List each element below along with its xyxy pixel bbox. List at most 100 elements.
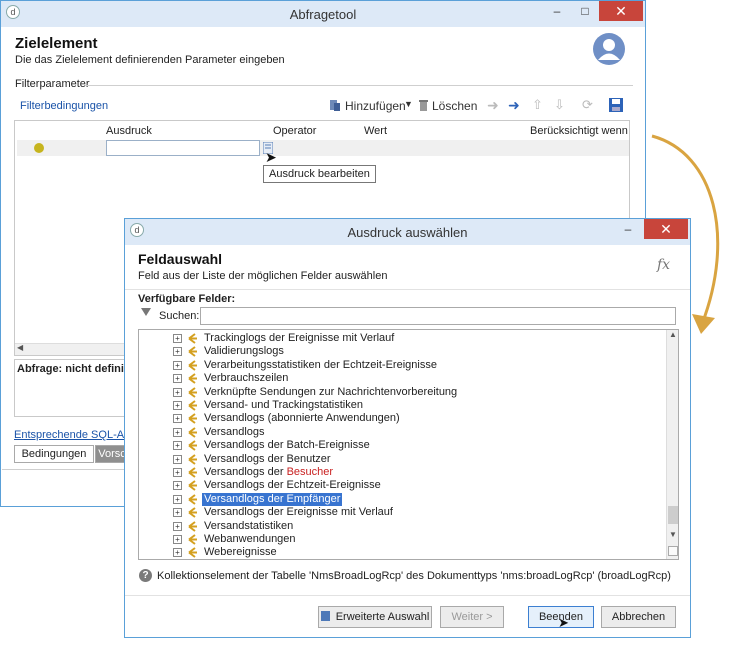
expand-icon[interactable]: +: [173, 414, 182, 424]
expand-icon[interactable]: +: [173, 441, 182, 451]
tree-item[interactable]: + Versand- und Trackingstatistiken: [139, 399, 659, 412]
expand-icon[interactable]: +: [173, 454, 182, 464]
resize-grip-icon: [668, 546, 678, 556]
link-node-icon: [188, 467, 197, 478]
arrow-left-icon[interactable]: ➜: [487, 97, 499, 114]
link-node-icon: [188, 453, 197, 465]
title-bar: d Abfragetool – □ ✕: [1, 1, 645, 27]
tree-item[interactable]: + Verarbeitungsstatistiken der Echtzeit-E…: [139, 359, 659, 372]
scroll-down-icon[interactable]: ▼: [669, 530, 677, 539]
link-node-icon: [188, 359, 197, 371]
table-row[interactable]: [17, 140, 629, 156]
filter-funnel-icon: [141, 308, 151, 316]
tree-item[interactable]: + Validierungslogs: [139, 345, 659, 358]
expand-icon[interactable]: +: [173, 360, 182, 370]
dialog-title: Ausdruck auswählen: [347, 225, 468, 240]
expand-icon[interactable]: +: [173, 494, 182, 504]
expand-icon[interactable]: +: [173, 508, 182, 518]
expand-icon[interactable]: +: [173, 427, 182, 437]
tree-item-label: Versandlogs der: [204, 466, 287, 478]
expand-icon[interactable]: +: [173, 521, 182, 531]
dialog-close-button[interactable]: ✕: [644, 219, 688, 239]
expand-icon[interactable]: +: [173, 387, 182, 397]
scroll-thumb[interactable]: [668, 506, 678, 524]
cancel-button[interactable]: Abbrechen: [601, 606, 676, 628]
link-node-icon: [188, 333, 197, 344]
tree-item[interactable]: + Versandlogs der Ereignisse mit Verlauf: [139, 506, 659, 519]
advanced-selection-button[interactable]: Erweiterte Auswahl: [318, 606, 432, 628]
tree-item[interactable]: + Versandstatistiken: [139, 520, 659, 533]
info-icon: ?: [139, 569, 152, 582]
tree-item[interactable]: + Versandlogs der Benutzer: [139, 453, 659, 466]
fields-tree-list: + Trackinglogs der Ereignisse mit Verlauf…: [139, 330, 666, 559]
expand-icon[interactable]: +: [173, 334, 182, 343]
add-dropdown-arrow-icon[interactable]: ▼: [404, 99, 413, 109]
advanced-selection-label: Erweiterte Auswahl: [335, 611, 430, 623]
mouse-cursor-icon: ➤: [558, 615, 569, 630]
next-button[interactable]: Weiter >: [440, 606, 504, 628]
dialog-header-subtitle: Feld aus der Liste der möglichen Felder …: [138, 270, 388, 282]
tree-item-label: Versandlogs der Echtzeit-Ereignisse: [204, 479, 381, 492]
link-node-icon: [188, 534, 197, 545]
tree-item-label: Versandlogs der Ereignisse mit Verlauf: [204, 506, 393, 519]
scroll-left-arrow-icon[interactable]: ◀: [17, 343, 23, 352]
link-node-icon: [188, 386, 197, 398]
tree-item[interactable]: + Versandlogs: [139, 426, 659, 439]
tree-item-label: Versandlogs (abonnierte Anwendungen): [204, 412, 400, 425]
expand-icon[interactable]: +: [173, 481, 182, 491]
tree-item[interactable]: + Versandlogs der Batch-Ereignisse: [139, 439, 659, 452]
expand-icon[interactable]: +: [173, 401, 182, 410]
arrow-down-icon[interactable]: ⇩: [554, 97, 565, 113]
link-node-icon: [188, 346, 197, 358]
sql-query-link[interactable]: Entsprechende SQL-Abfr: [14, 429, 137, 441]
page-title: Zielelement: [15, 35, 98, 52]
tree-item[interactable]: + Webereignisse: [139, 546, 659, 559]
tree-item[interactable]: + Versandlogs der Echtzeit-Ereignisse: [139, 479, 659, 492]
tree-item-label: Trackinglogs der Ereignisse mit Verlauf: [204, 332, 395, 344]
filter-section-line: [85, 85, 633, 86]
close-button[interactable]: ✕: [599, 1, 643, 21]
tree-item[interactable]: + Webanwendungen: [139, 533, 659, 546]
tree-scrollbar[interactable]: ▲ ▼: [666, 330, 678, 559]
expand-icon[interactable]: +: [173, 374, 182, 384]
tree-item[interactable]: + Verbrauchszeilen: [139, 372, 659, 385]
tooltip-text: Ausdruck bearbeiten: [269, 168, 370, 180]
tree-item-label: Versandstatistiken: [204, 519, 294, 532]
expand-icon[interactable]: +: [173, 548, 182, 558]
tree-item[interactable]: + Verknüpfte Sendungen zur Nachrichtenvor…: [139, 386, 659, 399]
tree-item[interactable]: + Versandlogs der Besucher: [139, 466, 659, 479]
fx-icon[interactable]: fx: [657, 257, 670, 273]
expression-input[interactable]: [106, 140, 260, 156]
expand-icon[interactable]: +: [173, 468, 182, 477]
tree-item[interactable]: + Versandlogs der Empfänger: [139, 492, 659, 506]
tree-item[interactable]: + Versandlogs (abonnierte Anwendungen): [139, 412, 659, 425]
minimize-button[interactable]: –: [543, 1, 571, 21]
available-fields-label: Verfügbare Felder:: [138, 293, 236, 305]
search-input[interactable]: [200, 307, 676, 325]
save-icon[interactable]: [609, 98, 623, 112]
refresh-icon[interactable]: ⟳: [582, 97, 593, 113]
maximize-button[interactable]: □: [571, 1, 599, 21]
tree-item-label: Verarbeitungsstatistiken der Echtzeit-Er…: [204, 358, 437, 371]
filter-conditions-link[interactable]: Filterbedingungen: [20, 100, 108, 112]
tooltip: Ausdruck bearbeiten: [263, 165, 376, 183]
page-subtitle: Die das Zielelement definierenden Parame…: [15, 54, 285, 66]
tree-item[interactable]: + Trackinglogs der Ereignisse mit Verlauf: [139, 332, 659, 345]
tree-item-label: Verknüpfte Sendungen zur Nachrichtenvorb…: [204, 385, 458, 398]
scroll-up-icon[interactable]: ▲: [669, 330, 677, 339]
delete-button[interactable]: Löschen: [432, 99, 477, 113]
tree-item-label: Versand- und Trackingstatistiken: [204, 399, 363, 411]
tab-conditions[interactable]: Bedingungen: [14, 445, 94, 463]
column-header-operator: Operator: [273, 125, 317, 137]
query-status-text: Abfrage: nicht definiert: [17, 363, 139, 375]
dialog-minimize-button[interactable]: –: [614, 219, 642, 239]
expand-icon[interactable]: +: [173, 535, 182, 544]
expand-icon[interactable]: +: [173, 347, 182, 357]
arrow-right-icon[interactable]: ➜: [508, 97, 520, 114]
link-node-icon: [188, 480, 197, 492]
add-button[interactable]: Hinzufügen: [345, 99, 406, 113]
status-dot-icon: [34, 143, 44, 153]
add-icon: [330, 100, 340, 111]
link-node-icon: [188, 493, 197, 505]
arrow-up-icon[interactable]: ⇧: [532, 97, 543, 113]
